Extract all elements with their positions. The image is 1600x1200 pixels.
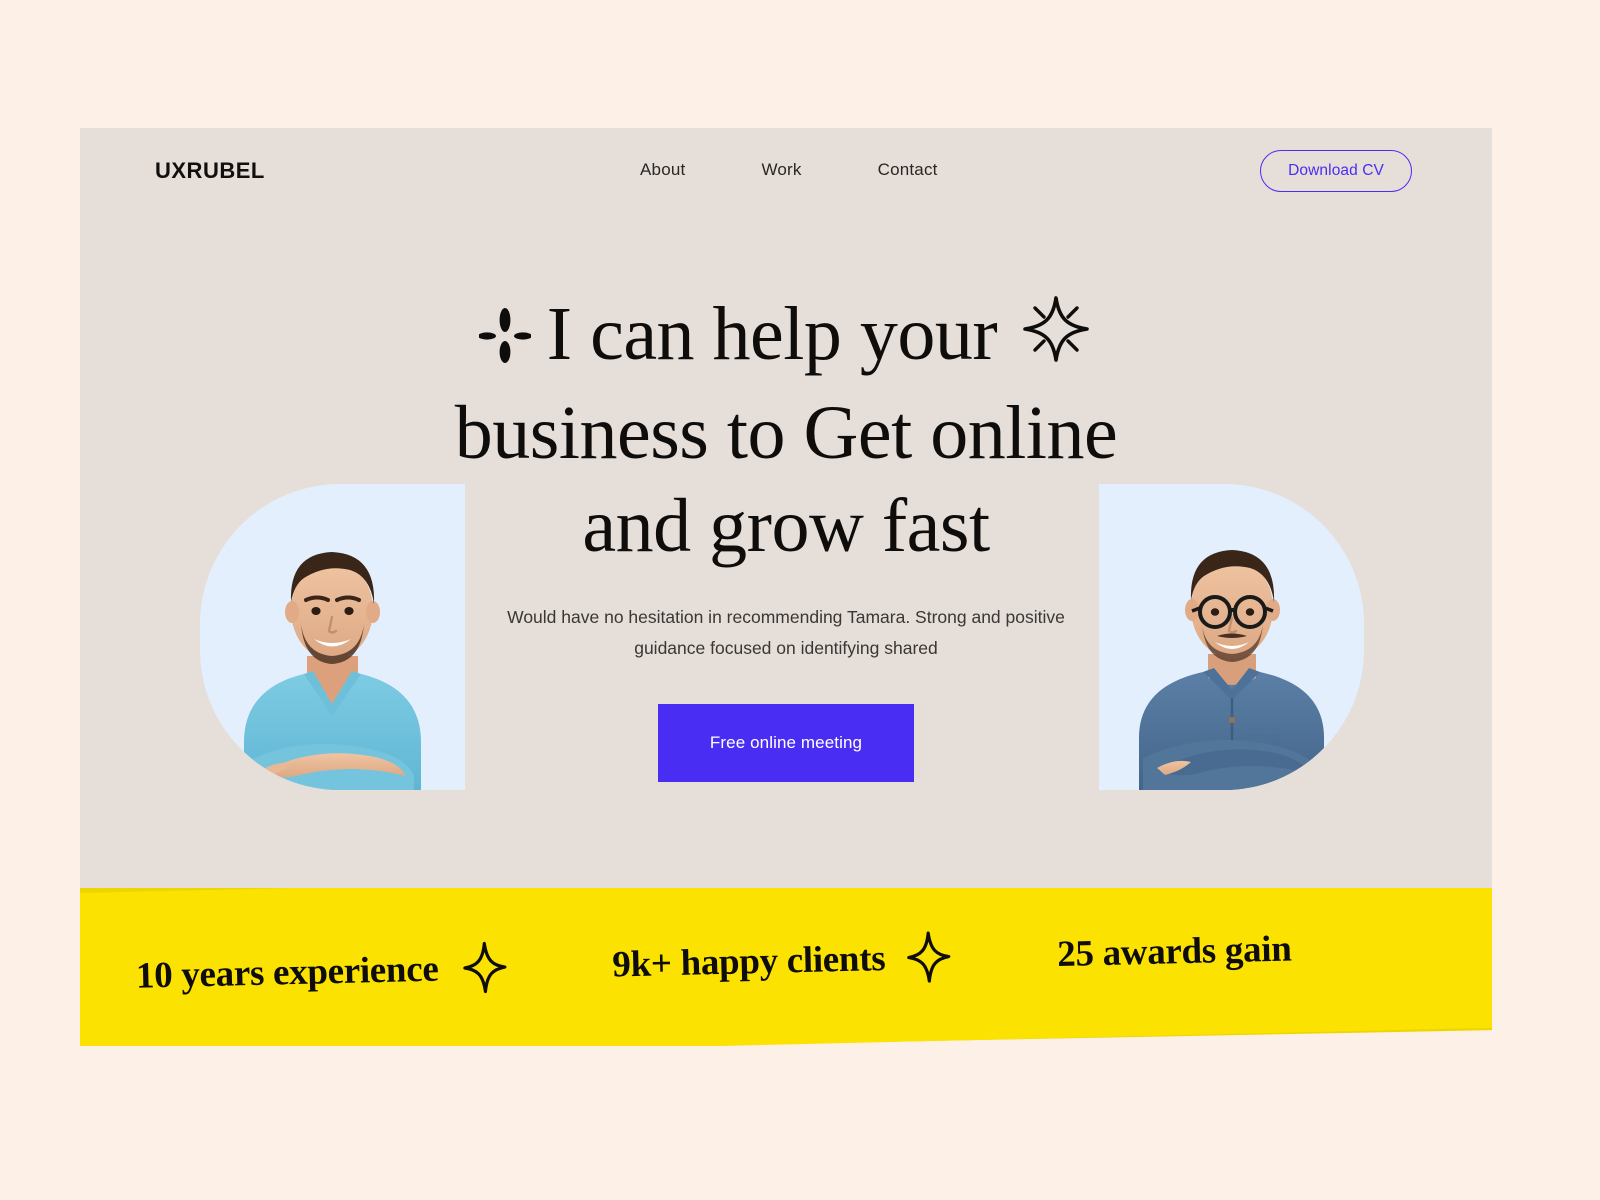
nav-item-contact[interactable]: Contact [878,160,938,180]
brand-logo[interactable]: UXRUBEL [155,158,265,184]
headline-line-1: I can help your [236,288,1336,387]
navbar: UXRUBEL About Work Contact Download CV [80,128,1492,220]
sparkle-four-petal-icon [477,292,532,385]
landing-page: UXRUBEL About Work Contact Download CV I [0,0,1600,1200]
download-cv-button[interactable]: Download CV [1260,150,1412,192]
headline-text-1: I can help your [546,292,998,376]
headline-line-2: business to Get online [454,391,1118,476]
four-point-star-icon [438,939,531,995]
hero-subtitle: Would have no hesitation in recommending… [507,607,1065,659]
free-online-meeting-button[interactable]: Free online meeting [658,704,914,782]
stat-awards-gain: 25 awards gain [1056,928,1292,975]
stats-banner: 10 years experience 9k+ happy clients 25… [80,888,1492,1046]
stats-banner-strip: 10 years experience 9k+ happy clients 25… [80,888,1492,1046]
stat-happy-clients: 9k+ happy clients [611,937,886,986]
four-point-star-icon [885,929,972,985]
sparkle-star-burst-icon [1019,292,1093,388]
nav-links: About Work Contact [640,160,938,180]
hero-card: UXRUBEL About Work Contact Download CV I [80,128,1492,888]
nav-item-work[interactable]: Work [761,160,801,180]
stat-years-experience: 10 years experience [135,948,439,997]
nav-item-about[interactable]: About [640,160,685,180]
man-with-glasses-denim-shirt-photo [1099,484,1364,790]
man-in-teal-tshirt-photo [200,484,465,790]
